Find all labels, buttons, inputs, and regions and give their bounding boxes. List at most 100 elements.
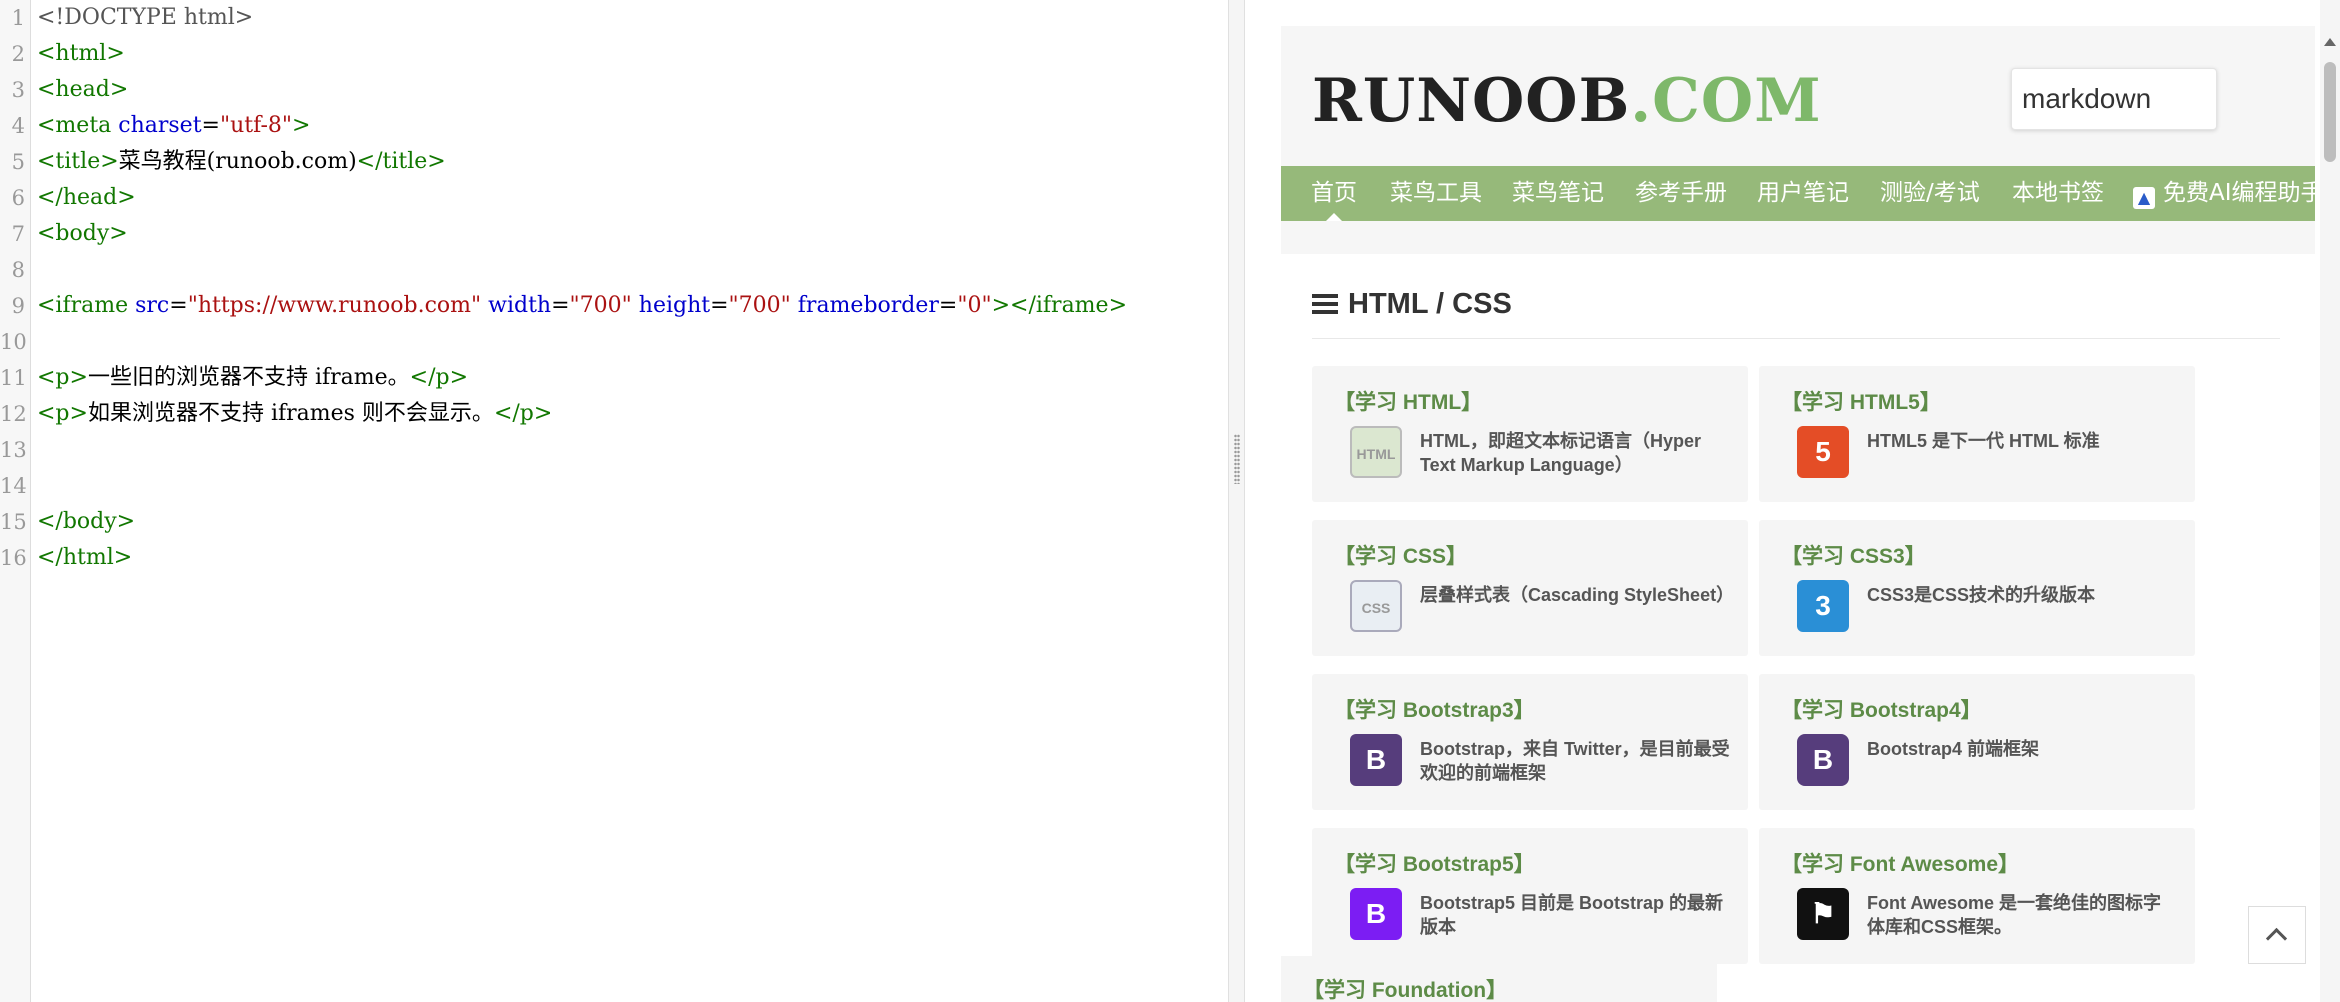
- code-token: <!DOCTYPE html>: [37, 5, 254, 30]
- iframe-preview: RUNOOB.COM markdown 首页 菜鸟工具 菜鸟笔记 参考手册 用户笔记 测验…: [1281, 26, 2315, 986]
- course-card[interactable]: 【学习 Bootstrap3】 B Bootstrap，来自 Twitter，是目前…: [1312, 674, 1748, 810]
- nav-item-1[interactable]: 菜鸟工具: [1390, 166, 1482, 221]
- code-token: charset: [118, 113, 202, 138]
- line-number: 11: [0, 366, 27, 390]
- nav-item-4[interactable]: 用户笔记: [1757, 166, 1849, 221]
- line-number: 14: [0, 474, 27, 498]
- nav-item-label: 参考手册: [1635, 180, 1727, 206]
- code-token: <p>: [37, 365, 88, 390]
- code-token: width: [488, 293, 552, 318]
- code-token: 一些旧的浏览器不支持 iframe。: [87, 365, 410, 390]
- code-token: >: [292, 113, 311, 138]
- line-number: 12: [0, 402, 27, 426]
- nav-item-5[interactable]: 测验/考试: [1880, 166, 1980, 221]
- bootstrap5-icon: B: [1350, 888, 1402, 940]
- bootstrap4-icon: B: [1797, 734, 1849, 786]
- code-editor[interactable]: 1 <!DOCTYPE html> 2 <html> 3 <head> 4 <meta cha…: [0, 0, 1228, 1002]
- logo-main-text: RUNOOB: [1312, 66, 1631, 136]
- nav-item-2[interactable]: 菜鸟笔记: [1512, 166, 1604, 221]
- nav-item-7[interactable]: ▲ 免费AI编程助手: [2133, 166, 2315, 221]
- code-line[interactable]: </body>: [37, 504, 135, 540]
- course-card[interactable]: 【学习 Bootstrap5】 B Bootstrap5 目前是 Bootstrap…: [1312, 828, 1748, 964]
- code-token: =: [938, 293, 958, 318]
- back-to-top-button[interactable]: [2248, 906, 2306, 964]
- html-icon: HTML: [1350, 426, 1402, 478]
- line-number: 8: [11, 258, 25, 282]
- card-description: HTML，即超文本标记语言（Hyper Text Markup Language…: [1420, 431, 1702, 475]
- line-number: 13: [0, 438, 27, 462]
- code-token: 如果浏览器不支持 iframes 则不会显示。: [87, 401, 494, 426]
- line-number: 4: [11, 114, 25, 138]
- section-heading: HTML / CSS: [1312, 288, 1512, 321]
- code-token: <iframe: [37, 293, 136, 318]
- preview-pane: RUNOOB.COM markdown 首页 菜鸟工具 菜鸟笔记 参考手册 用户笔记 测验…: [1245, 0, 2340, 1002]
- section-divider: [1312, 338, 2280, 339]
- card-description: Font Awesome 是一套绝佳的图标字体库和CSS框架。: [1867, 893, 2162, 937]
- code-token: <html>: [37, 41, 125, 66]
- code-token: <body>: [37, 221, 128, 246]
- nav-item-0[interactable]: 首页: [1311, 166, 1357, 221]
- line-number: 16: [0, 546, 27, 570]
- course-card[interactable]: 【学习 HTML】 HTML HTML，即超文本标记语言（Hyper Text Ma…: [1312, 366, 1748, 502]
- list-icon: [1312, 294, 1338, 314]
- card-title: 【学习 Foundation】: [1303, 979, 1508, 1002]
- main-nav: 首页 菜鸟工具 菜鸟笔记 参考手册 用户笔记 测验/考试 本地书签 ▲ 免费AI编程助手: [1281, 166, 2315, 221]
- code-token: =: [169, 293, 188, 318]
- line-number: 1: [11, 6, 25, 30]
- course-card[interactable]: 【学习 CSS3】 3 CSS3是CSS技术的升级版本: [1759, 520, 2195, 656]
- code-token: "utf-8": [219, 113, 293, 138]
- nav-item-label: 用户笔记: [1757, 180, 1849, 206]
- course-card[interactable]: 【学习 Font Awesome】 ⚑ Font Awesome 是一套绝佳的图标字…: [1759, 828, 2195, 964]
- code-token: </p>: [409, 365, 469, 390]
- code-line[interactable]: <meta charset="utf-8">: [37, 108, 310, 144]
- course-card[interactable]: 【学习 CSS】 CSS 层叠样式表（Cascading StyleSheet）: [1312, 520, 1748, 656]
- nav-item-label: 测验/考试: [1880, 180, 1980, 206]
- line-number: 2: [11, 42, 25, 66]
- course-card[interactable]: 【学习 HTML5】 5 HTML5 是下一代 HTML 标准: [1759, 366, 2195, 502]
- card-title: 【学习 Bootstrap5】: [1334, 853, 1535, 876]
- nav-item-label: 菜鸟笔记: [1512, 180, 1604, 206]
- nav-item-6[interactable]: 本地书签: [2012, 166, 2104, 221]
- nav-item-label: 免费AI编程助手: [2163, 180, 2315, 206]
- code-token: =: [201, 113, 220, 138]
- code-line[interactable]: <title>菜鸟教程(runoob.com)</title>: [37, 144, 446, 180]
- code-token: </p>: [493, 401, 553, 426]
- drag-handle-icon[interactable]: [1234, 434, 1240, 484]
- runoob-logo[interactable]: RUNOOB.COM: [1312, 66, 1822, 136]
- code-token: </html>: [37, 545, 133, 570]
- nav-item-label: 首页: [1311, 180, 1357, 206]
- code-line[interactable]: <head>: [37, 72, 128, 108]
- code-token: <meta: [37, 113, 119, 138]
- card-title: 【学习 Font Awesome】: [1781, 853, 2020, 876]
- pane-splitter[interactable]: [1228, 0, 1245, 1002]
- code-line[interactable]: <p>如果浏览器不支持 iframes 则不会显示。</p>: [37, 396, 552, 432]
- code-token: 菜鸟教程(runoob.com): [118, 149, 357, 174]
- course-card[interactable]: 【学习 Bootstrap4】 B Bootstrap4 前端框架: [1759, 674, 2195, 810]
- html5-icon: 5: [1797, 426, 1849, 478]
- partial-course-card[interactable]: 【学习 Foundation】: [1281, 956, 1717, 1002]
- code-line[interactable]: </html>: [37, 540, 132, 576]
- scroll-thumb[interactable]: [2324, 62, 2336, 162]
- section-title-text: HTML / CSS: [1348, 288, 1512, 320]
- code-line[interactable]: </head>: [37, 180, 136, 216]
- line-number: 9: [11, 294, 25, 318]
- code-token: height: [638, 293, 711, 318]
- code-line[interactable]: <iframe src="https://www.runoob.com" wid…: [37, 288, 1127, 324]
- nav-item-3[interactable]: 参考手册: [1635, 166, 1727, 221]
- card-title: 【学习 Bootstrap4】: [1781, 699, 1982, 722]
- code-line[interactable]: <body>: [37, 216, 128, 252]
- line-number: 3: [11, 78, 25, 102]
- vertical-scrollbar[interactable]: [2320, 0, 2340, 1002]
- card-title: 【学习 Bootstrap3】: [1334, 699, 1535, 722]
- card-description: 层叠样式表（Cascading StyleSheet）: [1420, 585, 1735, 605]
- search-input[interactable]: markdown: [2011, 68, 2217, 130]
- nav-item-label: 菜鸟工具: [1390, 180, 1482, 206]
- code-line[interactable]: <!DOCTYPE html>: [37, 0, 253, 36]
- scroll-up-arrow-icon[interactable]: [2324, 38, 2336, 46]
- code-line[interactable]: <html>: [37, 36, 125, 72]
- code-token: </title>: [356, 149, 446, 174]
- line-number: 5: [11, 150, 25, 174]
- card-title: 【学习 HTML】: [1334, 391, 1483, 414]
- code-line[interactable]: <p>一些旧的浏览器不支持 iframe。</p>: [37, 360, 468, 396]
